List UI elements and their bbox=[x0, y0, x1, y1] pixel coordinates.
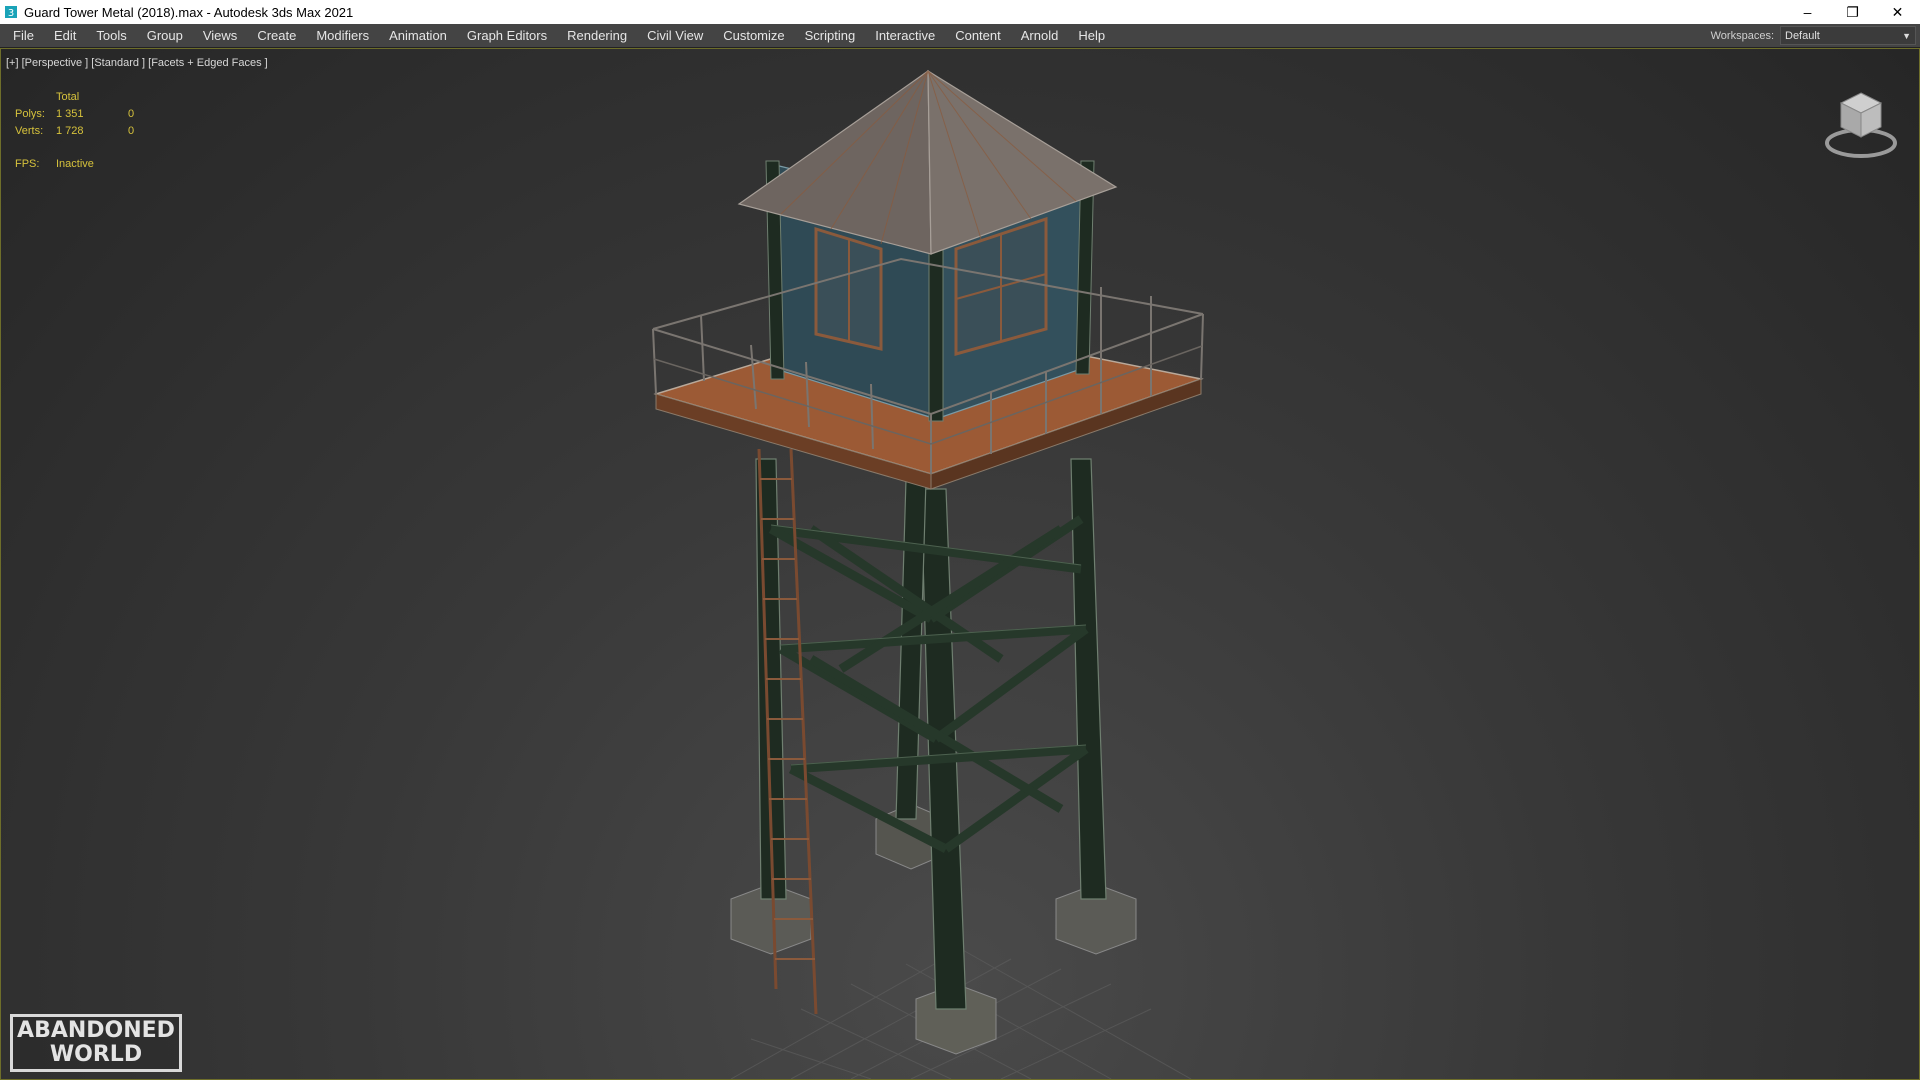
workspaces-selector: Workspaces: Default ▼ bbox=[1711, 24, 1920, 47]
verts-label: Verts: bbox=[15, 125, 44, 137]
menu-arnold[interactable]: Arnold bbox=[1011, 24, 1069, 47]
menu-bar: File Edit Tools Group Views Create Modif… bbox=[0, 24, 1920, 48]
chevron-down-icon: ▼ bbox=[1902, 31, 1911, 41]
menu-graph-editors[interactable]: Graph Editors bbox=[457, 24, 557, 47]
menu-scripting[interactable]: Scripting bbox=[795, 24, 866, 47]
fps-label: FPS: bbox=[15, 158, 40, 170]
svg-text:3: 3 bbox=[8, 8, 14, 19]
abandoned-world-logo: ABANDONED WORLD bbox=[10, 1014, 182, 1072]
viewcube-icon[interactable] bbox=[1821, 85, 1901, 165]
title-bar: 3 Guard Tower Metal (2018).max - Autodes… bbox=[0, 0, 1920, 24]
3dsmax-app-icon: 3 bbox=[5, 6, 17, 19]
menu-content[interactable]: Content bbox=[945, 24, 1011, 47]
menu-modifiers[interactable]: Modifiers bbox=[306, 24, 379, 47]
app-window: 3 Guard Tower Metal (2018).max - Autodes… bbox=[0, 0, 1920, 1080]
fps-value: Inactive bbox=[56, 158, 94, 170]
polys-selected: 0 bbox=[128, 108, 135, 120]
menu-civil-view[interactable]: Civil View bbox=[637, 24, 713, 47]
minimize-button[interactable]: – bbox=[1785, 0, 1830, 24]
window-controls: – ❐ ✕ bbox=[1785, 0, 1920, 24]
menu-create[interactable]: Create bbox=[247, 24, 306, 47]
menu-tools[interactable]: Tools bbox=[86, 24, 136, 47]
menu-views[interactable]: Views bbox=[193, 24, 247, 47]
polys-label: Polys: bbox=[15, 108, 45, 120]
menu-edit[interactable]: Edit bbox=[44, 24, 86, 47]
polys-total: 1 351 bbox=[56, 108, 84, 120]
close-button[interactable]: ✕ bbox=[1875, 0, 1920, 24]
verts-total: 1 728 bbox=[56, 125, 84, 137]
menu-animation[interactable]: Animation bbox=[379, 24, 457, 47]
statistics-overlay: Total Polys: 1 351 0 Verts: 1 728 0 FPS:… bbox=[15, 89, 158, 173]
menu-help[interactable]: Help bbox=[1068, 24, 1115, 47]
stats-total-header: Total bbox=[56, 91, 80, 103]
menu-interactive[interactable]: Interactive bbox=[865, 24, 945, 47]
restore-button[interactable]: ❐ bbox=[1830, 0, 1875, 24]
perspective-viewport[interactable]: [+] [Perspective ] [Standard ] [Facets +… bbox=[0, 48, 1920, 1080]
logo-line2: WORLD bbox=[49, 1042, 143, 1067]
window-title: Guard Tower Metal (2018).max - Autodesk … bbox=[24, 4, 354, 20]
menu-file[interactable]: File bbox=[0, 24, 44, 47]
verts-selected: 0 bbox=[128, 125, 135, 137]
menu-rendering[interactable]: Rendering bbox=[557, 24, 637, 47]
workspaces-dropdown[interactable]: Default ▼ bbox=[1780, 26, 1916, 45]
workspaces-label: Workspaces: bbox=[1710, 29, 1774, 42]
menu-group[interactable]: Group bbox=[137, 24, 193, 47]
guard-tower-model bbox=[652, 69, 1204, 1079]
menu-customize[interactable]: Customize bbox=[713, 24, 794, 47]
workspaces-value: Default bbox=[1785, 30, 1820, 42]
viewport-label[interactable]: [+] [Perspective ] [Standard ] [Facets +… bbox=[6, 57, 268, 69]
logo-line1: ABANDONED bbox=[17, 1018, 175, 1043]
